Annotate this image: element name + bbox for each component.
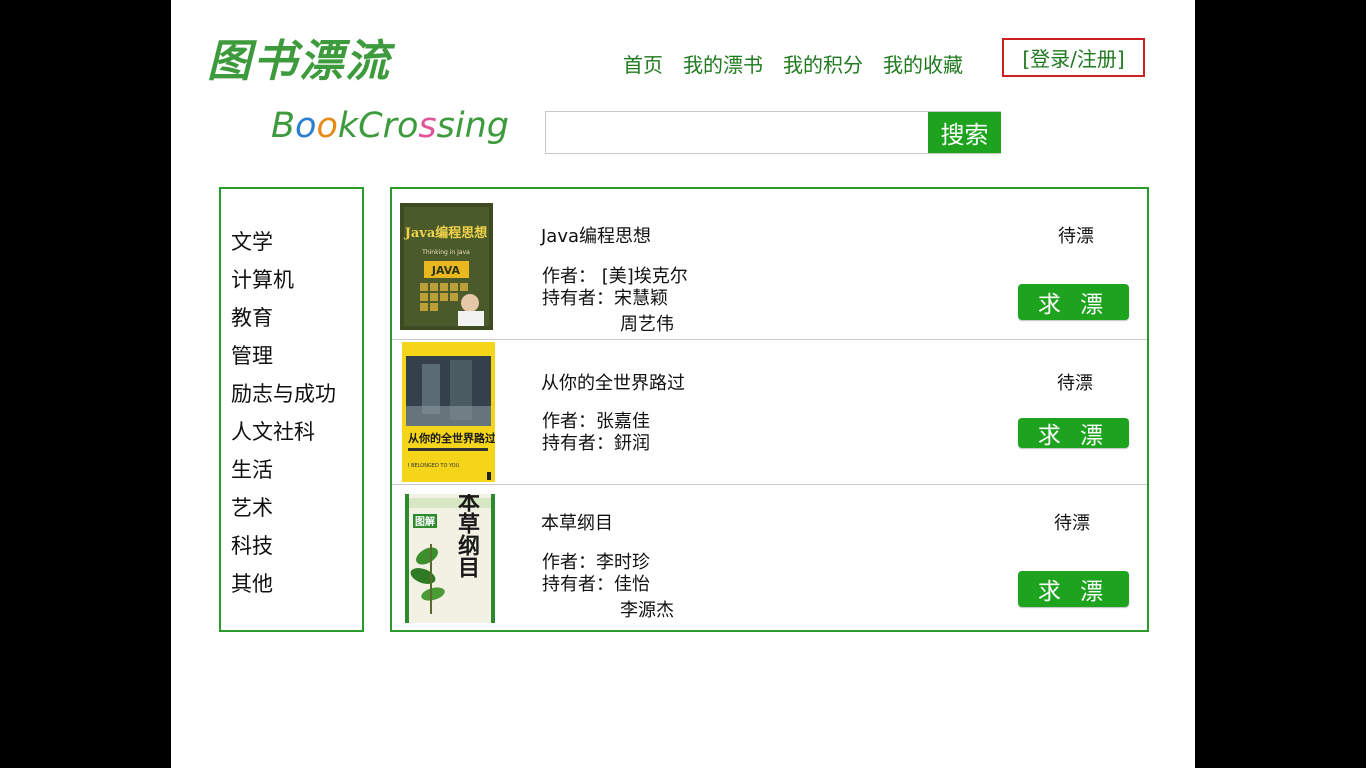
author-name: [美]埃克尔 (601, 266, 688, 287)
cover-title: 从你的全世界路过 (408, 431, 495, 445)
author-label: 作者： (542, 552, 596, 573)
book-meta: 作者：张嘉佳 持有者：鈃润 (542, 411, 650, 455)
holder-label: 持有者： (542, 433, 614, 454)
category-computer[interactable]: 计算机 (231, 265, 362, 303)
cover-subtitle: Thinking in Java (421, 249, 470, 256)
logo-letter: sing (436, 106, 509, 146)
category-literature[interactable]: 文学 (231, 227, 362, 265)
holder-name: 李源杰 (620, 600, 674, 621)
book-meta: 作者： [美]埃克尔 持有者：宋慧颖 周艺伟 (542, 266, 688, 336)
holder-label: 持有者： (542, 288, 614, 309)
nav-my-favorites[interactable]: 我的收藏 (883, 49, 963, 78)
author-name: 张嘉佳 (596, 411, 650, 432)
logo-letter: o (295, 106, 317, 146)
category-humanities[interactable]: 人文社科 (231, 417, 362, 455)
nav-my-books[interactable]: 我的漂书 (683, 49, 763, 78)
book-status: 待漂 (1057, 373, 1093, 394)
book-cover[interactable]: 从你的全世界路过 I BELONGED TO YOU (402, 342, 495, 482)
holder-name: 周艺伟 (620, 314, 674, 335)
category-life[interactable]: 生活 (231, 455, 362, 493)
holder-label: 持有者： (542, 574, 614, 595)
holder-name: 佳怡 (614, 574, 650, 595)
top-nav: 首页 我的漂书 我的积分 我的收藏 (623, 46, 983, 80)
holder-name: 鈃润 (614, 433, 650, 454)
category-education[interactable]: 教育 (231, 303, 362, 341)
cover-title: Java编程思想 (404, 225, 488, 241)
book-status: 待漂 (1054, 513, 1090, 534)
book-cover[interactable]: 图解 本草纲目 (405, 494, 495, 623)
book-list: Java编程思想 Thinking in Java JAVA Java编程思想 … (390, 187, 1149, 632)
book-row: 图解 本草纲目 本草纲目 作者：李时珍 持有者：佳怡 李源杰 待漂 求 漂 (392, 485, 1147, 630)
request-drift-button[interactable]: 求 漂 (1018, 571, 1129, 607)
book-status: 待漂 (1058, 226, 1094, 247)
book-title[interactable]: 本草纲目 (541, 509, 613, 535)
cover-title: 本草纲目 (454, 494, 480, 578)
search-button[interactable]: 搜索 (928, 112, 1001, 153)
login-register-link[interactable]: [登录/注册] (1002, 38, 1145, 77)
book-row: 从你的全世界路过 I BELONGED TO YOU 从你的全世界路过 作者：张… (392, 340, 1147, 485)
book-title[interactable]: Java编程思想 (541, 222, 651, 248)
logo-chinese[interactable]: 图书漂流 (207, 36, 391, 88)
category-self-help[interactable]: 励志与成功 (231, 379, 362, 417)
search-input[interactable] (552, 112, 936, 154)
request-drift-button[interactable]: 求 漂 (1018, 284, 1129, 320)
cover-subtitle: I BELONGED TO YOU (408, 463, 460, 469)
nav-my-points[interactable]: 我的积分 (783, 49, 863, 78)
logo-letter: B (271, 106, 296, 146)
holder-name: 宋慧颖 (614, 288, 668, 309)
book-cover[interactable]: Java编程思想 Thinking in Java JAVA (400, 203, 493, 330)
cover-badge: 图解 (415, 515, 435, 528)
author-label: 作者： (542, 411, 596, 432)
category-technology[interactable]: 科技 (231, 531, 362, 569)
book-title[interactable]: 从你的全世界路过 (541, 369, 685, 395)
nav-home[interactable]: 首页 (623, 49, 663, 78)
category-management[interactable]: 管理 (231, 341, 362, 379)
logo-letter: o (316, 106, 338, 146)
logo-english[interactable]: BookCrossing (271, 104, 509, 148)
cover-badge: JAVA (431, 264, 461, 277)
category-sidebar: 文学 计算机 教育 管理 励志与成功 人文社科 生活 艺术 科技 其他 (219, 187, 364, 632)
category-art[interactable]: 艺术 (231, 493, 362, 531)
request-drift-button[interactable]: 求 漂 (1018, 418, 1129, 449)
author-label: 作者： (542, 266, 596, 287)
logo-letter: kCro (337, 106, 419, 146)
author-name: 李时珍 (596, 552, 650, 573)
page: 图书漂流 BookCrossing 首页 我的漂书 我的积分 我的收藏 [登录/… (171, 0, 1195, 768)
logo-letter: s (418, 106, 437, 146)
book-meta: 作者：李时珍 持有者：佳怡 李源杰 (542, 552, 674, 622)
book-row: Java编程思想 Thinking in Java JAVA Java编程思想 … (392, 189, 1147, 340)
category-other[interactable]: 其他 (231, 569, 362, 607)
